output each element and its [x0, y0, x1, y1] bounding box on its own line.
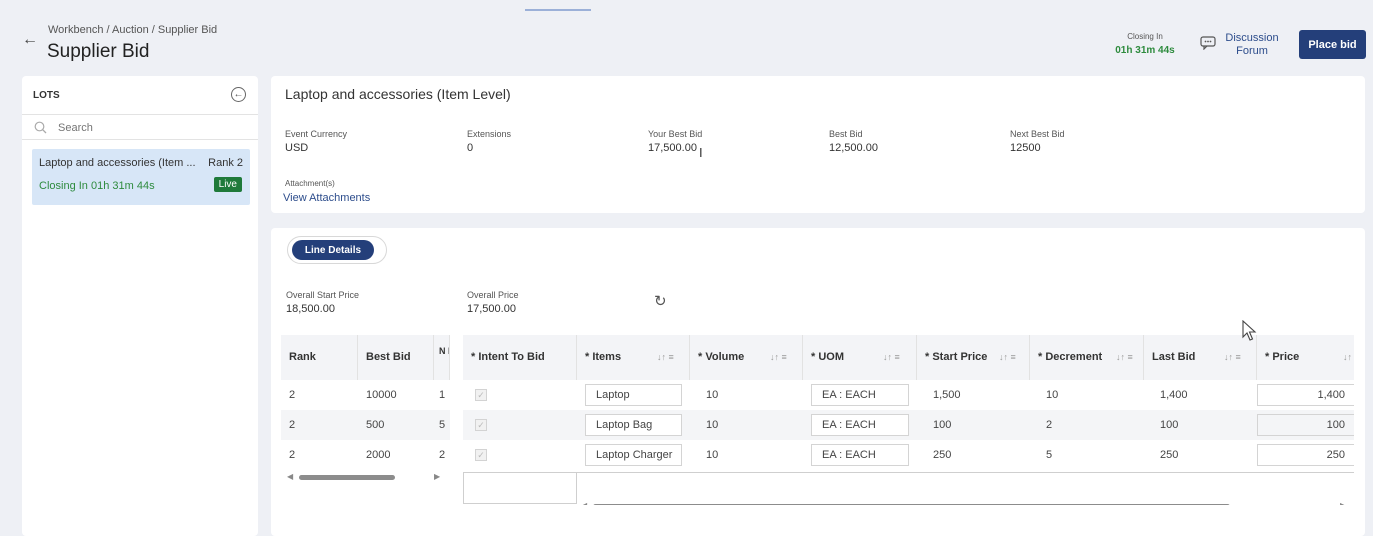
checkbox-icon[interactable]: ✓	[475, 389, 487, 401]
lot-summary-card: Laptop and accessories (Item Level) Even…	[271, 76, 1365, 213]
closing-value: 01h 31m 44s	[1115, 45, 1175, 56]
table-row[interactable]: ✓ Laptop 10 EA : EACH 1,500 10 1,400 1,4…	[463, 380, 1354, 410]
col-intent-to-bid[interactable]: * Intent To Bid	[463, 335, 577, 380]
uom-field[interactable]: EA : EACH	[811, 414, 909, 436]
page-title: Supplier Bid	[47, 41, 150, 62]
collapse-left-icon[interactable]: ←	[231, 87, 246, 102]
line-items-grid: * Intent To Bid * Items ↓↑ ≡ * Volume ↓↑ ≡…	[463, 335, 1354, 505]
sort-icon[interactable]: ↓↑	[1343, 335, 1352, 380]
lots-heading: LOTS	[33, 90, 60, 101]
lots-search-input[interactable]	[58, 119, 248, 137]
field-best-bid: Best Bid 12,500.00	[829, 129, 878, 154]
footer-divider	[577, 472, 1354, 473]
lots-search	[22, 114, 258, 140]
scroll-left-arrow-icon[interactable]: ◀	[287, 472, 293, 482]
attachments-label: Attachment(s)	[285, 179, 335, 188]
footer-cell	[463, 472, 577, 504]
closing-timer: Closing In 01h 31m 44s	[1113, 32, 1177, 56]
field-event-currency: Event Currency USD	[285, 129, 348, 154]
sort-icon[interactable]: ↓↑ ≡	[1224, 335, 1241, 380]
grid-header-row: * Intent To Bid * Items ↓↑ ≡ * Volume ↓↑ ≡…	[463, 335, 1354, 380]
view-attachments-link[interactable]: View Attachments	[283, 192, 370, 204]
tab-group: Line Details	[287, 236, 387, 264]
field-next-best-bid: Next Best Bid 12500	[1010, 129, 1065, 154]
overall-price: Overall Price 17,500.00	[467, 290, 519, 315]
col-items[interactable]: * Items ↓↑ ≡	[577, 335, 690, 380]
col-next-best-bid[interactable]: N B	[434, 335, 450, 380]
item-field[interactable]: Laptop Charger	[585, 444, 682, 466]
col-uom[interactable]: * UOM ↓↑ ≡	[803, 335, 917, 380]
pinned-header-row: Rank Best Bid N B	[281, 335, 450, 380]
scroll-left-arrow-icon[interactable]: ◀	[581, 501, 587, 505]
back-arrow-icon[interactable]: ←	[22, 31, 38, 49]
table-row[interactable]: ✓ Laptop Bag 10 EA : EACH 100 2 100 100	[463, 410, 1354, 440]
pinned-horizontal-scrollbar[interactable]: ◀ ▶	[281, 472, 450, 482]
chat-icon	[1200, 36, 1216, 50]
table-row[interactable]: 2 2000 2	[281, 440, 450, 470]
scroll-thumb[interactable]	[299, 475, 395, 480]
checkbox-icon[interactable]: ✓	[475, 449, 487, 461]
breadcrumb[interactable]: Workbench / Auction / Supplier Bid	[48, 24, 217, 36]
lot-closing: Closing In 01h 31m 44s	[39, 180, 155, 192]
sort-icon[interactable]: ↓↑ ≡	[999, 335, 1016, 380]
col-rank[interactable]: Rank	[281, 335, 358, 380]
sort-icon[interactable]: ↓↑ ≡	[1116, 335, 1133, 380]
line-details-card: Line Details Overall Start Price 18,500.…	[271, 228, 1365, 536]
lot-title: Laptop and accessories (Item Level)	[285, 86, 511, 102]
status-badge: Live	[213, 177, 242, 192]
closing-label: Closing In	[1127, 32, 1163, 41]
pinned-grid: Rank Best Bid N B 2 10000 1 2 500 5 2 20…	[281, 335, 450, 485]
field-your-best-bid: Your Best Bid 17,500.00	[648, 129, 703, 154]
table-row[interactable]: 2 500 5	[281, 410, 450, 440]
search-icon	[34, 121, 47, 134]
field-extensions: Extensions 0	[467, 129, 512, 154]
sort-icon[interactable]: ↓↑ ≡	[657, 335, 674, 380]
col-decrement[interactable]: * Decrement ↓↑ ≡	[1030, 335, 1144, 380]
top-indicator	[525, 9, 591, 11]
scroll-right-arrow-icon[interactable]: ▶	[1340, 501, 1346, 505]
lot-item[interactable]: Laptop and accessories (Item ... Rank 2 …	[32, 149, 250, 205]
uom-field[interactable]: EA : EACH	[811, 444, 909, 466]
lots-panel: LOTS ← Laptop and accessories (Item ... …	[22, 76, 258, 536]
table-row[interactable]: ✓ Laptop Charger 10 EA : EACH 250 5 250 …	[463, 440, 1354, 470]
table-row[interactable]: 2 10000 1	[281, 380, 450, 410]
overall-start-price: Overall Start Price 18,500.00	[286, 290, 360, 315]
col-price[interactable]: * Price ↓↑	[1257, 335, 1354, 380]
col-best-bid[interactable]: Best Bid	[358, 335, 434, 380]
scroll-thumb[interactable]	[593, 504, 1230, 505]
price-input[interactable]: 1,400	[1257, 384, 1354, 406]
forum-label-2: Forum	[1236, 45, 1268, 57]
refresh-icon[interactable]: ↻	[654, 292, 667, 310]
forum-label-1: Discussion	[1225, 32, 1279, 44]
checkbox-icon[interactable]: ✓	[475, 419, 487, 431]
lot-name: Laptop and accessories (Item ...	[39, 157, 196, 169]
mouse-pointer-icon	[1242, 320, 1257, 341]
lot-rank: Rank 2	[208, 157, 243, 169]
grid-horizontal-scrollbar[interactable]: ◀ ▶	[577, 501, 1354, 505]
price-input[interactable]: 100	[1257, 414, 1354, 436]
top-bar: ← Workbench / Auction / Supplier Bid Sup…	[0, 0, 1373, 72]
uom-field[interactable]: EA : EACH	[811, 384, 909, 406]
sort-icon[interactable]: ↓↑ ≡	[770, 335, 787, 380]
col-volume[interactable]: * Volume ↓↑ ≡	[690, 335, 803, 380]
scroll-right-arrow-icon[interactable]: ▶	[434, 472, 440, 482]
tab-line-details[interactable]: Line Details	[292, 240, 374, 260]
text-cursor-icon: I	[699, 145, 703, 160]
col-start-price[interactable]: * Start Price ↓↑ ≡	[917, 335, 1030, 380]
item-field[interactable]: Laptop	[585, 384, 682, 406]
discussion-forum-button[interactable]: Discussion Forum	[1200, 30, 1282, 60]
sort-icon[interactable]: ↓↑ ≡	[883, 335, 900, 380]
price-input[interactable]: 250	[1257, 444, 1354, 466]
item-field[interactable]: Laptop Bag	[585, 414, 682, 436]
place-bid-button[interactable]: Place bid	[1299, 30, 1366, 59]
